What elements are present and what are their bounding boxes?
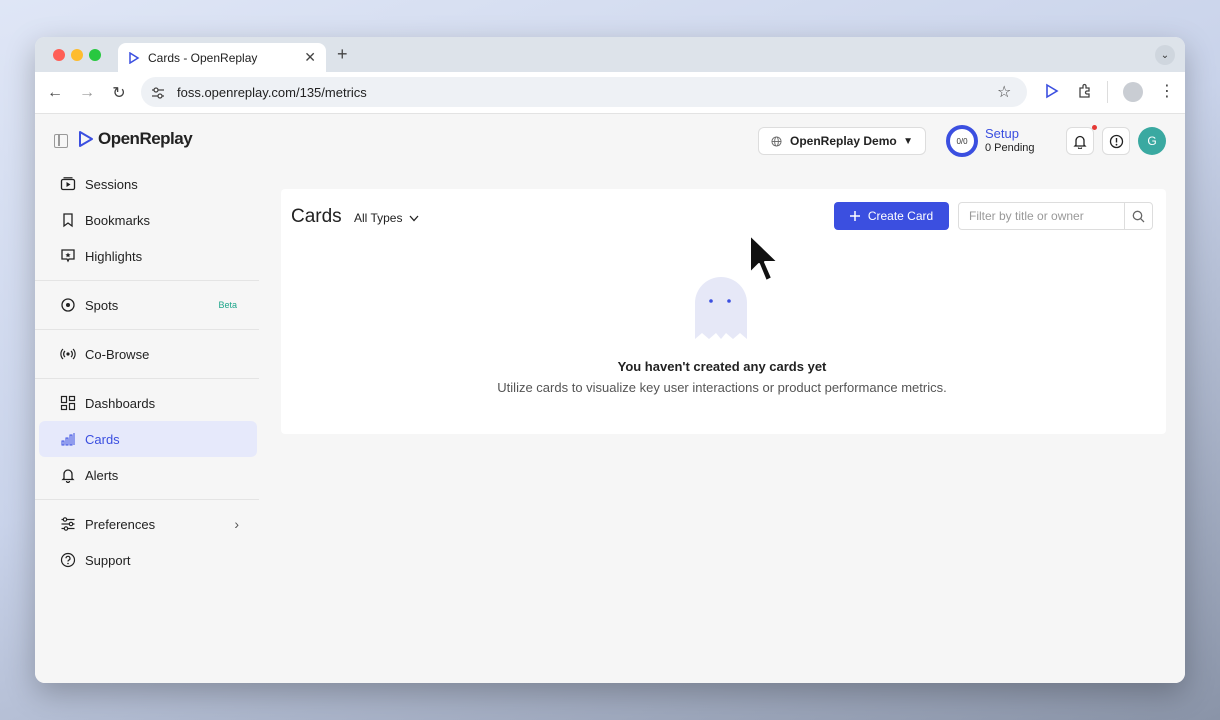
setup-link[interactable]: Setup: [985, 126, 1019, 141]
user-avatar[interactable]: G: [1138, 127, 1166, 155]
sidebar-item-label: Alerts: [85, 467, 119, 483]
empty-state-title: You haven't created any cards yet: [617, 359, 827, 374]
bookmark-star-icon[interactable]: ☆: [997, 82, 1011, 102]
create-card-label: Create Card: [867, 209, 934, 223]
tab-title: Cards - OpenReplay: [148, 50, 258, 65]
page-title: Cards: [291, 206, 342, 227]
cards-panel: Cards All Types Create Card You haven't: [281, 189, 1166, 434]
type-filter-dropdown[interactable]: All Types: [354, 211, 419, 225]
help-circle-icon: [60, 552, 76, 568]
plus-icon: [849, 211, 860, 221]
ghost-icon: [695, 277, 747, 339]
toolbar-divider: [1107, 81, 1108, 103]
sidebar-item-label: Preferences: [85, 516, 156, 532]
openreplay-extension-icon[interactable]: [1045, 83, 1059, 99]
openreplay-favicon-icon: [129, 51, 140, 64]
bookmark-icon: [63, 213, 73, 228]
mouse-pointer-icon: [749, 234, 779, 282]
search-field: [958, 202, 1153, 230]
setup-pending: 0 Pending: [985, 142, 1035, 154]
sidebar-item-label: Cards: [85, 431, 120, 447]
sidebar-item-sessions[interactable]: Sessions: [39, 166, 257, 202]
sidebar-item-alerts[interactable]: Alerts: [39, 457, 257, 493]
site-settings-icon[interactable]: [151, 87, 165, 99]
search-button[interactable]: [1124, 203, 1152, 229]
sidebar-divider: [35, 329, 259, 330]
logo[interactable]: OpenReplay: [78, 129, 193, 149]
tab-strip: Cards - OpenReplay ✕ + ⌄: [35, 37, 1185, 72]
new-tab-button[interactable]: +: [337, 44, 348, 65]
empty-state-subtitle: Utilize cards to visualize key user inte…: [497, 380, 947, 395]
create-card-button[interactable]: Create Card: [834, 202, 949, 230]
tab-close-icon[interactable]: ✕: [304, 49, 316, 66]
sidebar-item-label: Bookmarks: [85, 212, 151, 228]
broadcast-icon: [60, 348, 76, 360]
openreplay-app: OpenReplay OpenReplay Demo ▼ 0/0 Setup 0…: [35, 114, 1185, 683]
tab-search-button[interactable]: ⌄: [1155, 45, 1175, 65]
extensions-puzzle-icon[interactable]: [1077, 83, 1093, 99]
profile-avatar[interactable]: [1123, 82, 1143, 102]
info-circle-icon: [1109, 134, 1123, 148]
highlight-chat-icon: [61, 249, 75, 263]
back-button[interactable]: ←: [45, 83, 65, 103]
url-text: foss.openreplay.com/135/metrics: [177, 84, 367, 100]
sidebar-divider: [35, 280, 259, 281]
chevron-right-icon: ›: [234, 516, 239, 532]
dashboard-grid-icon: [60, 395, 76, 411]
play-box-icon: [60, 177, 76, 191]
browser-menu-icon[interactable]: ⋮: [1159, 81, 1175, 101]
sidebar-item-label: Dashboards: [85, 395, 156, 411]
sidebar-item-cards[interactable]: Cards: [39, 421, 257, 457]
sidebar-item-highlights[interactable]: Highlights: [39, 238, 257, 274]
sidebar-item-label: Co-Browse: [85, 346, 150, 362]
openreplay-logo-icon: [79, 131, 93, 147]
address-bar[interactable]: foss.openreplay.com/135/metrics: [141, 77, 1027, 107]
sidebar-item-spots[interactable]: Spots Beta: [39, 287, 257, 323]
setup-progress: 0/0: [956, 136, 968, 146]
chevron-down-icon: [409, 215, 419, 221]
minimize-window-button[interactable]: [71, 49, 83, 61]
caret-down-icon: ▼: [903, 135, 913, 147]
sidebar-item-label: Sessions: [85, 176, 138, 192]
type-filter-label: All Types: [354, 211, 403, 225]
sidebar-item-label: Spots: [85, 297, 119, 313]
browser-tab-cards[interactable]: Cards - OpenReplay ✕: [118, 43, 326, 72]
sidebar-divider: [35, 378, 259, 379]
sidebar-divider: [35, 499, 259, 500]
sidebar-item-co-browse[interactable]: Co-Browse: [39, 336, 257, 372]
browser-toolbar: ← → ↻ foss.openreplay.com/135/metrics ☆ …: [35, 72, 1185, 114]
sidebar-item-label: Highlights: [85, 248, 143, 264]
setup-progress-ring[interactable]: 0/0: [946, 125, 978, 157]
search-icon: [1132, 210, 1145, 222]
beta-badge: Beta: [218, 300, 237, 310]
notification-dot: [1092, 125, 1097, 130]
project-name: OpenReplay Demo: [790, 134, 897, 148]
project-selector[interactable]: OpenReplay Demo ▼: [758, 127, 926, 155]
sidebar-item-preferences[interactable]: Preferences ›: [39, 506, 257, 542]
search-input[interactable]: [959, 203, 1124, 229]
app-header: OpenReplay OpenReplay Demo ▼ 0/0 Setup 0…: [35, 114, 1185, 166]
sidebar-item-label: Support: [85, 552, 131, 568]
bar-chart-icon: [61, 433, 75, 446]
help-button[interactable]: [1102, 127, 1130, 155]
sliders-icon: [61, 517, 75, 531]
sidebar: Sessions Bookmarks Highlights Spots Beta…: [35, 166, 261, 578]
spot-record-icon: [61, 298, 75, 312]
forward-button[interactable]: →: [77, 83, 97, 103]
sidebar-item-bookmarks[interactable]: Bookmarks: [39, 202, 257, 238]
sidebar-collapse-icon[interactable]: [54, 134, 68, 148]
notifications-button[interactable]: [1066, 127, 1094, 155]
bell-icon: [61, 469, 75, 483]
browser-window: Cards - OpenReplay ✕ + ⌄ ← → ↻ foss.open…: [35, 37, 1185, 683]
bell-icon: [1073, 135, 1087, 149]
globe-icon: [771, 135, 782, 147]
sidebar-item-dashboards[interactable]: Dashboards: [39, 385, 257, 421]
maximize-window-button[interactable]: [89, 49, 101, 61]
sidebar-item-support[interactable]: Support: [39, 542, 257, 578]
close-window-button[interactable]: [53, 49, 65, 61]
reload-button[interactable]: ↻: [109, 83, 129, 103]
logo-text: OpenReplay: [98, 129, 193, 148]
